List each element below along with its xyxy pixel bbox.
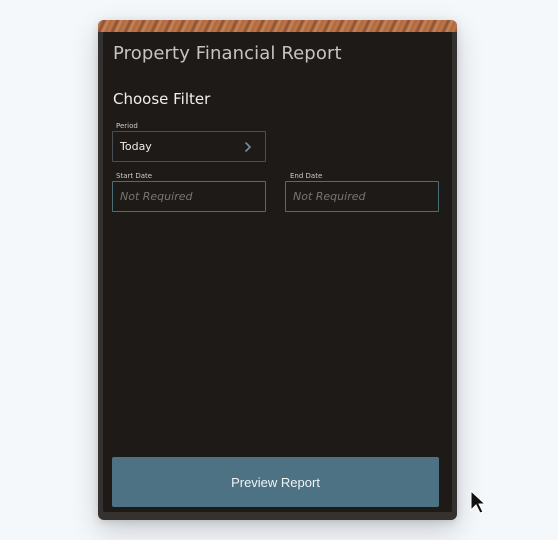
mouse-pointer-icon [470,489,487,514]
period-select[interactable]: Today [112,131,266,162]
start-date-field[interactable]: Not Required [112,181,266,212]
end-date-placeholder: Not Required [293,190,366,203]
app-stage: Property Financial Report Choose Filter … [0,0,558,540]
end-date-label: End Date [290,172,323,180]
end-date-field[interactable]: Not Required [285,181,439,212]
period-label: Period [116,122,138,130]
period-value: Today [120,140,152,153]
start-date-placeholder: Not Required [120,190,193,203]
page-title: Property Financial Report [113,43,342,64]
device-frame: Property Financial Report Choose Filter … [98,20,457,520]
decorative-header-band [98,20,457,32]
preview-report-button[interactable]: Preview Report [112,457,439,507]
chevron-right-icon [243,141,253,152]
filter-heading: Choose Filter [113,90,211,108]
start-date-label: Start Date [116,172,153,180]
report-panel: Property Financial Report Choose Filter … [103,32,452,512]
